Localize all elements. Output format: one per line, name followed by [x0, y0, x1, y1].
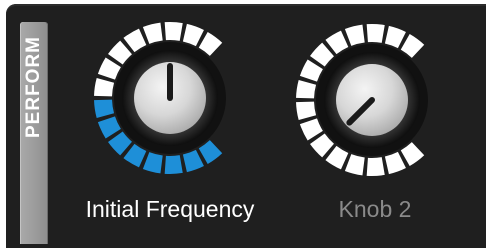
initial-frequency-knob-segment	[94, 77, 115, 97]
initial-frequency-knob-segment	[182, 23, 204, 47]
knob-2-segment	[384, 151, 406, 175]
initial-frequency-knob-segment	[97, 57, 121, 80]
knob-2-segment	[296, 101, 317, 121]
knob-2-segment	[344, 24, 365, 46]
initial-frequency-knob-segment	[182, 149, 204, 173]
initial-frequency-knob-segment	[94, 99, 115, 119]
initial-frequency-knob-segment	[97, 116, 121, 139]
knob-2-segment	[344, 154, 365, 176]
initial-frequency-knob-segment	[164, 155, 183, 175]
knob-2-segment	[299, 59, 323, 82]
knob-2-segment	[296, 79, 317, 99]
knob-2[interactable]	[296, 24, 428, 176]
knob-2-segment	[299, 118, 323, 141]
initial-frequency-knob-segment	[142, 22, 163, 44]
knob-2-segment	[366, 157, 385, 176]
initial-frequency-knob-segment	[164, 22, 183, 41]
knob-2-segment	[366, 24, 385, 43]
initial-frequency-knob-segment	[142, 152, 163, 174]
knob-2-label: Knob 2	[338, 196, 412, 222]
initial-frequency-knob[interactable]	[94, 22, 226, 175]
knob-2-segment	[384, 25, 406, 49]
initial-frequency-label: Initial Frequency	[85, 196, 255, 222]
